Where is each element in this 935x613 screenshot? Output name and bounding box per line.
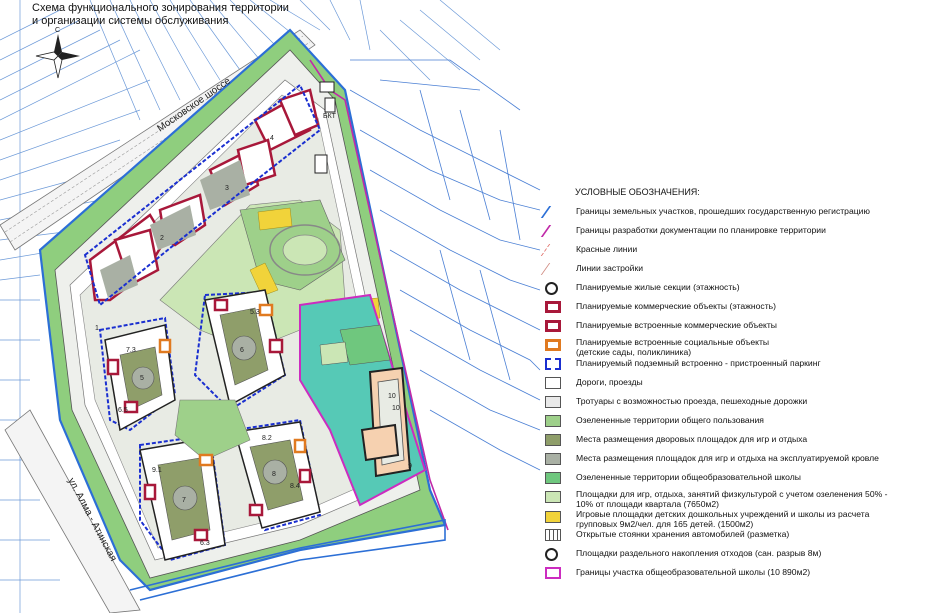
legend-label: Планируемые встроенные социальные объект…	[576, 337, 770, 357]
legend-label: Линии застройки	[576, 263, 644, 273]
sidewalks-icon	[545, 396, 561, 408]
section-number: 4	[270, 135, 274, 142]
section-number: 9	[408, 463, 412, 470]
floor-badge: 9.1	[152, 467, 162, 474]
bkt-label: БКТ	[323, 113, 337, 120]
floor-badge: 8.2	[262, 435, 272, 442]
legend-label: Места размещения дворовых площадок для и…	[576, 434, 808, 444]
legend-label: Площадки для игр, отдыха, занятий физкул…	[576, 489, 888, 509]
floor-badge: 8.4	[290, 483, 300, 490]
residential-section-icon	[545, 282, 558, 295]
legend-label: Площадки раздельного накопления отходов …	[576, 548, 822, 558]
legend-label: Границы земельных участков, прошедших го…	[576, 206, 870, 216]
section-number: 8	[272, 471, 276, 478]
floor-badge: 5.3	[250, 309, 260, 316]
legend-label: Озелененные территории общего пользовани…	[576, 415, 764, 425]
north-label: С	[55, 27, 60, 34]
legend-label: Планируемые коммерческие объекты (этажно…	[576, 301, 776, 311]
school-green-icon	[545, 472, 561, 484]
legend-label: Красные линии	[576, 244, 638, 254]
floor-badge: 6.5	[118, 407, 128, 414]
legend-label: Планируемый подземный встроенно - пристр…	[576, 358, 821, 368]
school-sport	[319, 341, 349, 366]
section-number: 5	[140, 375, 144, 382]
legend-title: УСЛОВНЫЕ ОБОЗНАЧЕНИЯ:	[575, 187, 700, 197]
map-title: Схема функционального зонирования террит…	[32, 2, 289, 28]
roads-icon	[545, 377, 561, 389]
underground-parking-icon	[545, 358, 561, 370]
title-line-2: и организации системы обслуживания	[32, 15, 229, 27]
floor-badge: 10	[388, 393, 396, 400]
section-number: 6	[240, 347, 244, 354]
legend-label: Границы разработки документации по плани…	[576, 225, 826, 235]
commercial-object-icon	[545, 301, 561, 313]
section-number: 1	[95, 325, 99, 332]
legend-label: Игровые площадки детских дошкольных учре…	[576, 509, 870, 529]
embedded-commercial-icon	[545, 320, 561, 332]
legend-label: Озелененные территории общеобразовательн…	[576, 472, 801, 482]
floor-badge: 6.3	[200, 540, 210, 547]
title-line-1: Схема функционального зонирования террит…	[32, 2, 289, 14]
section-number: 2	[160, 235, 164, 242]
roof-playgrounds-icon	[545, 453, 561, 465]
legend-label: Границы участка общеобразовательной школ…	[576, 567, 811, 577]
floor-badge: 7.3	[126, 347, 136, 354]
legend-label: Места размещения площадок для игр и отды…	[576, 453, 879, 463]
school-plot-boundary-icon	[545, 567, 561, 579]
open-parking-icon	[545, 529, 561, 541]
north-arrow-icon: С	[35, 27, 80, 79]
waste-collection-icon	[545, 548, 558, 561]
courtyard-playgrounds-icon	[545, 434, 561, 446]
legend-label: Планируемые встроенные коммерческие объе…	[576, 320, 777, 330]
embedded-social-icon	[545, 339, 561, 351]
map-canvas: Московское шоссе ул. Алма - Атинская БКТ…	[0, 0, 935, 613]
legend-label: Тротуары с возможностью проезда, пешеход…	[576, 396, 808, 406]
section-number: 7	[182, 497, 186, 504]
kindergarten-playgrounds-icon	[545, 511, 561, 523]
legend-label: Планируемые жилые секции (этажность)	[576, 282, 740, 292]
legend-label: Дороги, проезды	[576, 377, 643, 387]
sport-areas-icon	[545, 491, 561, 503]
section-number: 10	[392, 405, 400, 412]
public-green-icon	[545, 415, 561, 427]
legend-label: Открытые стоянки хранения автомобилей (р…	[576, 529, 790, 539]
section-number: 3	[225, 185, 229, 192]
